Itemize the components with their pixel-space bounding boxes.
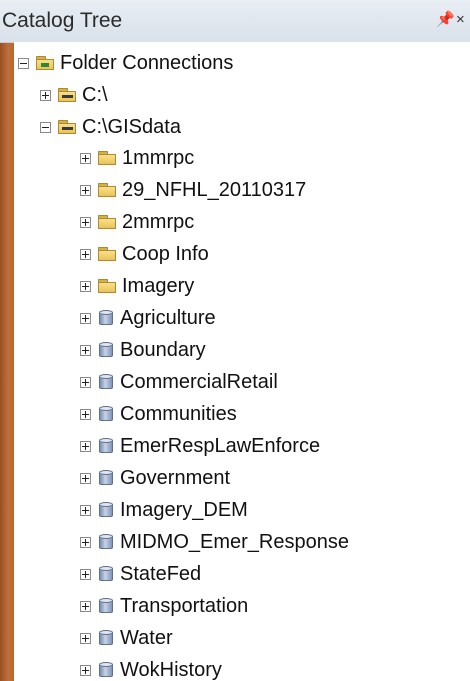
tree-node-label: 2mmrpc <box>122 210 195 233</box>
expand-icon[interactable] <box>80 216 91 228</box>
folder-connection-icon <box>58 88 76 102</box>
expand-icon[interactable] <box>80 536 91 548</box>
tree-node-imagery[interactable]: Imagery <box>80 271 194 301</box>
close-icon[interactable]: × <box>456 10 470 30</box>
tree-node-label: 29_NFHL_20110317 <box>122 178 307 201</box>
expand-icon[interactable] <box>80 504 91 516</box>
expand-icon[interactable] <box>80 280 91 292</box>
tree-node-boundary[interactable]: Boundary <box>80 335 206 365</box>
tree-node-label: Transportation <box>120 594 249 617</box>
expand-icon[interactable] <box>40 89 51 101</box>
tree-node-imagery-dem[interactable]: Imagery_DEM <box>80 495 248 525</box>
tree-node-commercialretail[interactable]: CommercialRetail <box>80 367 278 397</box>
expand-icon[interactable] <box>80 440 91 452</box>
expand-icon[interactable] <box>80 184 91 196</box>
geodatabase-icon <box>98 598 114 614</box>
tree-node-label: StateFed <box>120 562 202 585</box>
tree-node-label: EmerRespLawEnforce <box>120 434 321 457</box>
tree-node-label: Imagery_DEM <box>120 498 248 521</box>
tree-node-coop-info[interactable]: Coop Info <box>80 239 209 269</box>
folder-icon <box>98 247 116 261</box>
tree-node-folder-connections[interactable]: Folder Connections <box>18 48 233 78</box>
tree-node-label: WokHistory <box>120 658 222 681</box>
tree-node-gisdata[interactable]: C:\GISdata <box>40 112 181 142</box>
tree-node-label: Coop Info <box>122 242 209 265</box>
tree-node-wokhistory[interactable]: WokHistory <box>80 655 222 681</box>
tree-node-government[interactable]: Government <box>80 463 230 493</box>
panel-titlebar: Catalog Tree 📌 × <box>0 0 470 43</box>
folder-icon <box>98 215 116 229</box>
expand-icon[interactable] <box>80 472 91 484</box>
tree-node-label: Imagery <box>122 274 195 297</box>
folder-icon <box>98 151 116 165</box>
tree-node-transportation[interactable]: Transportation <box>80 591 248 621</box>
geodatabase-icon <box>98 342 114 358</box>
tree-node-label: C:\ <box>82 83 108 106</box>
collapse-icon[interactable] <box>40 121 51 133</box>
panel-title: Catalog Tree <box>2 9 123 32</box>
expand-icon[interactable] <box>80 248 91 260</box>
geodatabase-icon <box>98 470 114 486</box>
folder-connection-icon <box>58 120 76 134</box>
expand-icon[interactable] <box>80 632 91 644</box>
expand-icon[interactable] <box>80 600 91 612</box>
expand-icon[interactable] <box>80 408 91 420</box>
tree-node-drive-c[interactable]: C:\ <box>40 80 108 110</box>
tree-node-label: Water <box>120 626 173 649</box>
folder-icon <box>98 279 116 293</box>
catalog-tree-panel: Catalog Tree 📌 × Folder Connections C:\ … <box>0 0 470 681</box>
tree-node-midmo-emer-response[interactable]: MIDMO_Emer_Response <box>80 527 349 557</box>
folder-icon <box>98 183 116 197</box>
catalog-tree[interactable]: Folder Connections C:\ C:\GISdata 1mmrpc… <box>14 42 470 681</box>
expand-icon[interactable] <box>80 312 91 324</box>
tree-node-1mmrpc[interactable]: 1mmrpc <box>80 143 194 173</box>
tree-node-agriculture[interactable]: Agriculture <box>80 303 216 333</box>
geodatabase-icon <box>98 534 114 550</box>
geodatabase-icon <box>98 630 114 646</box>
tree-node-label: Government <box>120 466 231 489</box>
tree-node-label: MIDMO_Emer_Response <box>120 530 349 553</box>
expand-icon[interactable] <box>80 344 91 356</box>
tree-node-label: CommercialRetail <box>120 370 278 393</box>
tree-node-label: 1mmrpc <box>122 146 195 169</box>
tree-node-statefed[interactable]: StateFed <box>80 559 201 589</box>
geodatabase-icon <box>98 374 114 390</box>
geodatabase-icon <box>98 406 114 422</box>
folder-connections-icon <box>36 56 54 70</box>
expand-icon[interactable] <box>80 568 91 580</box>
expand-icon[interactable] <box>80 376 91 388</box>
geodatabase-icon <box>98 566 114 582</box>
geodatabase-icon <box>98 438 114 454</box>
collapse-icon[interactable] <box>18 57 29 69</box>
geodatabase-icon <box>98 310 114 326</box>
tree-node-label: Folder Connections <box>60 51 234 74</box>
tree-node-emerresplawenforce[interactable]: EmerRespLawEnforce <box>80 431 320 461</box>
expand-icon[interactable] <box>80 152 91 164</box>
tree-node-2mmrpc[interactable]: 2mmrpc <box>80 207 194 237</box>
expand-icon[interactable] <box>80 664 91 676</box>
pin-icon[interactable]: 📌 <box>436 10 455 30</box>
tree-node-label: Boundary <box>120 338 206 361</box>
tree-node-water[interactable]: Water <box>80 623 173 653</box>
tree-node-29-nfhl[interactable]: 29_NFHL_20110317 <box>80 175 306 205</box>
geodatabase-icon <box>98 502 114 518</box>
tree-node-label: Communities <box>120 402 237 425</box>
tree-node-label: Agriculture <box>120 306 216 329</box>
tree-node-communities[interactable]: Communities <box>80 399 237 429</box>
tree-node-label: C:\GISdata <box>82 115 181 138</box>
geodatabase-icon <box>98 662 114 678</box>
